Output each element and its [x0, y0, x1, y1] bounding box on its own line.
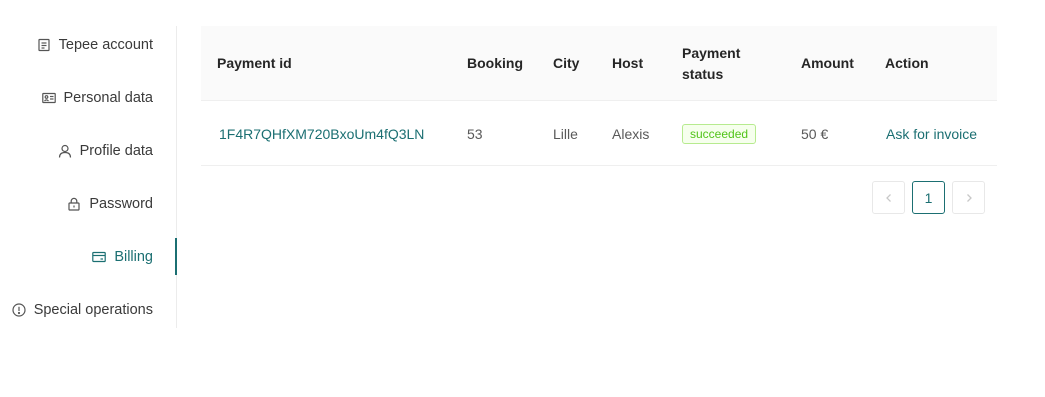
chevron-right-icon — [964, 190, 974, 206]
column-header-payment-status-line2: status — [682, 65, 724, 82]
table-row: 1F4R7QHfXM720BxoUm4fQ3LN 53 Lille Alexis… — [201, 101, 997, 166]
column-header-payment-status-line1: Payment — [682, 44, 741, 61]
previous-page-button[interactable] — [872, 181, 905, 214]
column-header-city: City — [553, 55, 580, 71]
status-cell: succeeded — [682, 101, 757, 166]
sidebar-item-special-operations[interactable]: Special operations — [12, 292, 153, 328]
sidebar-item-label: Billing — [114, 249, 153, 265]
column-header-host: Host — [612, 55, 644, 71]
settings-sidebar: Tepee account Personal data Profile data… — [0, 26, 177, 328]
sidebar-item-label: Tepee account — [58, 37, 153, 53]
active-indicator — [175, 238, 177, 275]
column-header-payment-id: Payment id — [217, 55, 292, 71]
sidebar-item-label: Special operations — [33, 302, 153, 318]
status-badge: succeeded — [682, 123, 757, 144]
lock-icon — [67, 197, 81, 211]
user-icon — [58, 144, 72, 158]
sidebar-item-personal-data[interactable]: Personal data — [41, 80, 153, 116]
payment-id-link[interactable]: 1F4R7QHfXM720BxoUm4fQ3LN — [219, 101, 424, 166]
table-header: Payment id Booking City Host Payment sta… — [201, 26, 997, 101]
column-header-amount: Amount — [801, 55, 854, 71]
column-header-action: Action — [885, 55, 929, 71]
exclamation-circle-icon — [12, 303, 26, 317]
sidebar-item-label: Personal data — [63, 90, 153, 106]
column-header-payment-status: Payment status — [682, 26, 740, 101]
credit-card-icon — [92, 250, 107, 264]
id-card-icon — [41, 91, 56, 105]
sidebar-item-label: Password — [89, 196, 153, 212]
sidebar-item-tepee-account[interactable]: Tepee account — [37, 27, 153, 63]
next-page-button[interactable] — [952, 181, 985, 214]
column-header-booking: Booking — [467, 55, 523, 71]
city-cell: Lille — [553, 125, 578, 142]
booking-cell: 53 — [467, 125, 483, 142]
host-cell: Alexis — [612, 125, 650, 142]
sidebar-item-billing[interactable]: Billing — [92, 239, 153, 275]
document-icon — [37, 38, 51, 52]
chevron-left-icon — [884, 190, 894, 206]
amount-cell: 50 € — [801, 125, 829, 142]
sidebar-item-password[interactable]: Password — [67, 186, 153, 222]
page-1-button[interactable]: 1 — [912, 181, 945, 214]
payments-table: Payment id Booking City Host Payment sta… — [201, 26, 997, 166]
sidebar-item-profile-data[interactable]: Profile data — [58, 133, 153, 169]
ask-for-invoice-link[interactable]: Ask for invoice — [886, 101, 977, 166]
sidebar-item-label: Profile data — [79, 143, 153, 159]
